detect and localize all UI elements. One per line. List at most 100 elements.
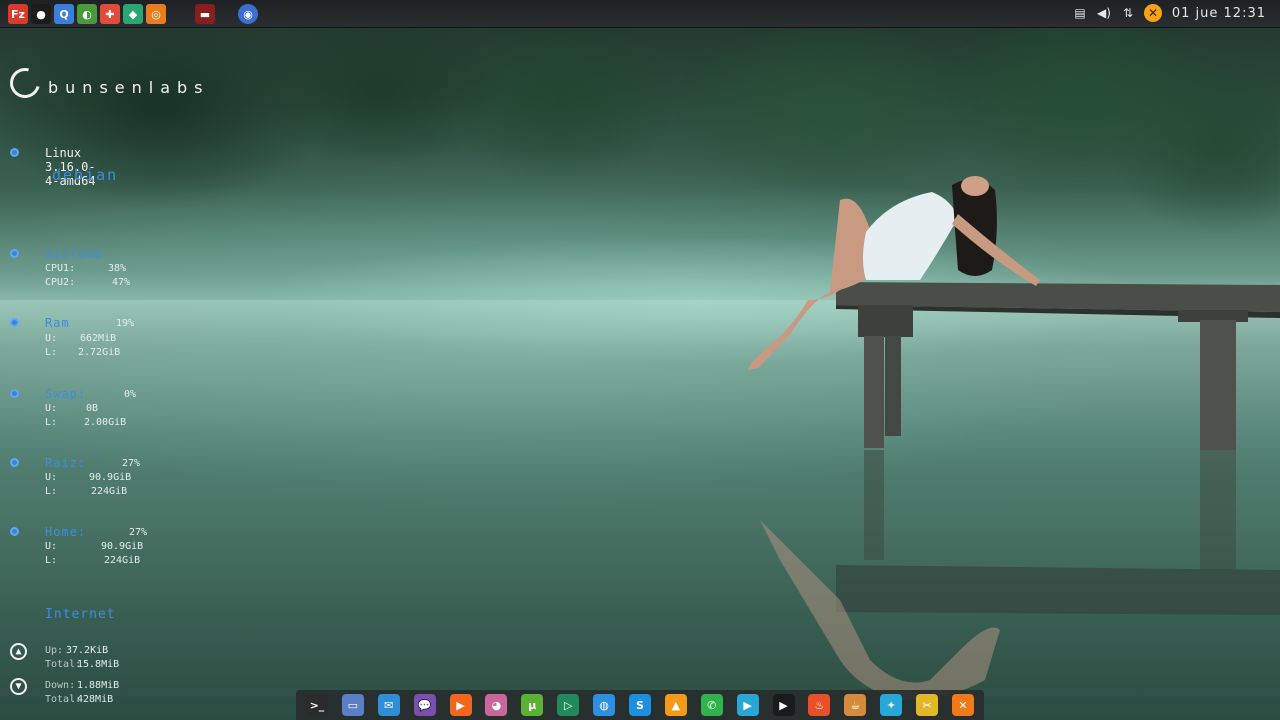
tools-icon-glyph: ✂	[916, 694, 939, 716]
upload-arrow-icon: ▲	[10, 643, 27, 660]
web-browser-icon-glyph: ◍	[593, 694, 616, 716]
ram-free-label: L:	[45, 347, 58, 358]
tea-icon[interactable]: ☕	[840, 693, 870, 717]
raiz-used-value: 90.9GiB	[89, 472, 132, 483]
network-icon[interactable]: ⇅	[1120, 6, 1136, 20]
chat-icon[interactable]: 💬	[410, 693, 440, 717]
fire-icon[interactable]: ♨	[804, 693, 834, 717]
utorrent-icon-glyph: µ	[521, 694, 544, 716]
raiz-percent: 27%	[122, 458, 141, 469]
home-title: Home:	[45, 525, 87, 539]
raiz-used-label: U:	[45, 472, 58, 483]
pidgin-icon[interactable]: ◕	[481, 693, 511, 717]
down-label: Down:	[45, 680, 76, 691]
kodi-icon[interactable]: ✦	[876, 693, 906, 717]
skype-icon-glyph: S	[628, 694, 651, 716]
raiz-title: Raiz:	[45, 456, 87, 470]
swap-percent: 0%	[124, 389, 137, 400]
search-icon[interactable]: Q	[54, 4, 74, 24]
internet-title: Internet	[45, 607, 116, 622]
bullet-icon	[10, 527, 19, 536]
play-icon[interactable]: ▷	[553, 693, 583, 717]
video-icon-glyph: ▶	[736, 694, 759, 716]
bullet-icon	[10, 389, 19, 398]
filezilla-icon[interactable]: Fz	[8, 4, 28, 24]
clipboard-icon[interactable]: ▤	[1072, 6, 1088, 20]
swap-used-label: U:	[45, 403, 58, 414]
home-used-value: 90.9GiB	[101, 541, 144, 552]
mail-icon-glyph: ✉	[377, 694, 400, 716]
vlc-icon[interactable]: ▲	[661, 693, 691, 717]
skype-icon[interactable]: S	[625, 693, 655, 717]
xchat-dock-icon[interactable]: ✕	[948, 693, 978, 717]
cpu2-label: CPU2:	[45, 277, 76, 288]
dock: >_ ▭ ✉ 💬 ▶ ◕ µ ▷ ◍ S ▲ ✆ ▶ ▶ ♨ ☕ ✦ ✂ ✕	[296, 690, 984, 720]
logo-text: bunsenlabs	[48, 78, 210, 97]
swap-free-value: 2.00GiB	[84, 417, 127, 428]
player-icon[interactable]: ▶	[769, 693, 799, 717]
download-arrow-icon: ▼	[10, 678, 27, 695]
mail-icon[interactable]: ✉	[374, 693, 404, 717]
media-icon-glyph: ▶	[449, 694, 472, 716]
camera-icon[interactable]: ●	[31, 4, 51, 24]
fire-icon-glyph: ♨	[808, 694, 831, 716]
kodi-icon-glyph: ✦	[880, 694, 903, 716]
files-icon[interactable]: ▭	[338, 693, 368, 717]
graphics-icon[interactable]: ◆	[123, 4, 143, 24]
down-value: 1.88MiB	[77, 680, 120, 691]
cpu1-label: CPU1:	[45, 263, 76, 274]
bullet-icon	[10, 249, 19, 258]
top-panel: Fz ● Q ◐ ✚ ◆ ◎ ▬ ◉ ▤ ◀) ⇅ ✕ 01 jue 12:31	[0, 0, 1280, 28]
video-icon[interactable]: ▶	[733, 693, 763, 717]
up-total-label: Total:	[45, 659, 82, 670]
web-browser-icon[interactable]: ◍	[589, 693, 619, 717]
pidgin-icon-glyph: ◕	[485, 694, 508, 716]
wallpaper-pier-scene	[748, 176, 1280, 700]
terminal-icon[interactable]: ▬	[195, 4, 215, 24]
media-icon[interactable]: ▶	[446, 693, 476, 717]
distro-label: debian	[52, 166, 119, 184]
swap-free-label: L:	[45, 417, 58, 428]
raiz-free-label: L:	[45, 486, 58, 497]
up-label: Up:	[45, 645, 64, 656]
up-value: 37.2KiB	[66, 645, 109, 656]
ram-percent: 19%	[116, 318, 135, 329]
up-total-value: 15.8MiB	[77, 659, 120, 670]
home-free-label: L:	[45, 555, 58, 566]
down-total-label: Total:	[45, 694, 82, 705]
swap-used-value: 0B	[86, 403, 99, 414]
cpu1-value: 38%	[108, 263, 127, 274]
bullet-icon	[10, 318, 19, 327]
files-icon-glyph: ▭	[341, 694, 364, 716]
ram-free-value: 2.72GiB	[78, 347, 121, 358]
cpu2-value: 47%	[112, 277, 131, 288]
sistema-title: Sistema	[45, 247, 103, 261]
help-icon[interactable]: ✚	[100, 4, 120, 24]
whatsapp-icon-glyph: ✆	[700, 694, 723, 716]
chat-icon-glyph: 💬	[413, 694, 436, 716]
volume-icon[interactable]: ◀)	[1096, 6, 1112, 20]
tea-icon-glyph: ☕	[844, 694, 867, 716]
utorrent-icon[interactable]: µ	[517, 693, 547, 717]
vlc-icon-glyph: ▲	[664, 694, 687, 716]
home-used-label: U:	[45, 541, 58, 552]
tools-icon[interactable]: ✂	[912, 693, 942, 717]
xchat-icon[interactable]: ✕	[1144, 4, 1162, 22]
ram-title: Ram	[45, 316, 70, 330]
play-icon-glyph: ▷	[557, 694, 580, 716]
home-free-value: 224GiB	[104, 555, 141, 566]
whatsapp-icon[interactable]: ✆	[697, 693, 727, 717]
bullet-icon	[10, 148, 19, 157]
terminal-icon[interactable]: >_	[302, 693, 332, 717]
ram-used-label: U:	[45, 333, 58, 344]
blender-icon[interactable]: ◎	[146, 4, 166, 24]
globe-icon[interactable]: ◉	[238, 4, 258, 24]
browser-icon[interactable]: ◐	[77, 4, 97, 24]
swap-title: Swap:	[45, 387, 87, 401]
clock[interactable]: 01 jue 12:31	[1172, 6, 1266, 21]
system-tray: ▤ ◀) ⇅ ✕	[1072, 4, 1162, 22]
launcher-bar: Fz ● Q ◐ ✚ ◆ ◎ ▬ ◉	[8, 4, 258, 24]
player-icon-glyph: ▶	[772, 694, 795, 716]
home-percent: 27%	[129, 527, 148, 538]
down-total-value: 428MiB	[77, 694, 114, 705]
